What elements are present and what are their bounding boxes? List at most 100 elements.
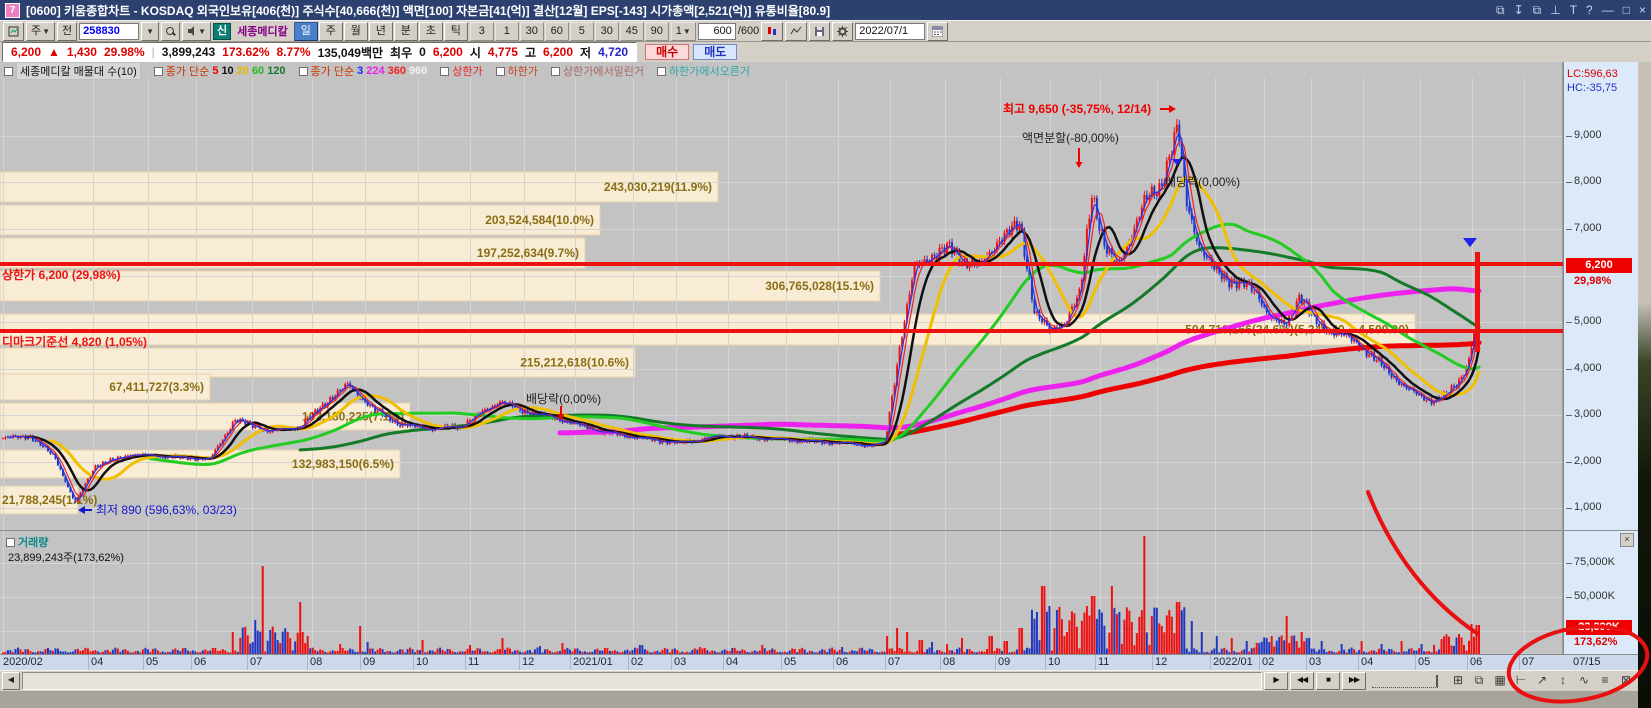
- period-button-분[interactable]: 분: [394, 22, 418, 41]
- save-button[interactable]: [809, 22, 830, 41]
- date-label: 12: [522, 656, 534, 668]
- date-label: 12: [1155, 656, 1167, 668]
- period-button-주[interactable]: 주: [319, 22, 343, 41]
- legend-ma-short[interactable]: 종가 단순5102060120: [154, 63, 286, 79]
- trend-up-icon[interactable]: ↗: [1532, 672, 1552, 689]
- settings-button[interactable]: [832, 22, 853, 41]
- volume-pane-close-icon[interactable]: ×: [1620, 533, 1634, 547]
- minute-preset-5[interactable]: 30: [595, 22, 619, 41]
- price-change: 1,430: [67, 45, 97, 59]
- replay-speed-slider[interactable]: [1372, 675, 1438, 688]
- new-window-icon[interactable]: ⧉: [1533, 3, 1542, 18]
- current-price-box: 6,200: [1566, 258, 1632, 273]
- legend-flag-0[interactable]: 상한가: [440, 63, 482, 79]
- chart-mode-icon[interactable]: [3, 22, 24, 41]
- wave-tool-icon[interactable]: ∿: [1574, 672, 1594, 689]
- close-icon[interactable]: ×: [1639, 3, 1646, 17]
- period-button-초[interactable]: 초: [419, 22, 443, 41]
- prev-stock-button[interactable]: 전: [57, 22, 77, 41]
- stock-code-input[interactable]: 258830: [79, 23, 139, 40]
- period-button-일[interactable]: 일: [294, 22, 318, 41]
- title-bar[interactable]: 7 [0600] 키움종합차트 - KOSDAQ 외국인보유[406(천)] 주…: [0, 0, 1651, 20]
- minute-preset-7[interactable]: 90: [645, 22, 669, 41]
- svg-text:배당락(0,00%): 배당락(0,00%): [1165, 175, 1240, 189]
- minute-preset-4[interactable]: 5: [570, 22, 594, 41]
- maximize-icon[interactable]: □: [1623, 3, 1630, 17]
- sell-button[interactable]: 매도: [693, 44, 737, 60]
- trend-updown-icon[interactable]: ↕: [1553, 672, 1573, 689]
- code-dropdown-button[interactable]: ▼: [141, 22, 159, 41]
- legend-flag-1[interactable]: 하한가: [496, 63, 538, 79]
- current-price-pct: 29,98%: [1574, 275, 1611, 287]
- period-button-월[interactable]: 월: [344, 22, 368, 41]
- calendar-button[interactable]: [927, 22, 948, 41]
- period-button-틱[interactable]: 틱: [444, 22, 468, 41]
- search-button[interactable]: [161, 22, 180, 41]
- replay-button-0[interactable]: ▶: [1264, 672, 1288, 690]
- svg-text:배당락(0,00%): 배당락(0,00%): [526, 392, 601, 406]
- chart-plot-area[interactable]: 243,030,219(11.9%)203,524,584(10.0%)197,…: [0, 62, 1563, 654]
- help-icon[interactable]: ?: [1586, 3, 1593, 17]
- minute-preset-0[interactable]: 3: [470, 22, 494, 41]
- window-bottom-edge: [0, 691, 1638, 708]
- calendar-icon: [932, 26, 943, 37]
- volume-legend[interactable]: 거래량: [6, 534, 48, 550]
- axis-tick-label: 50,000K: [1574, 590, 1615, 602]
- playback-controls: ▶◀◀■▶▶: [1264, 672, 1366, 690]
- price-axis-panel[interactable]: LC:596,63 HC:-35,75 6,200 29,98% × 23,89…: [1563, 62, 1638, 654]
- line-style-button[interactable]: [785, 22, 807, 41]
- replay-button-1[interactable]: ◀◀: [1290, 672, 1314, 690]
- date-label: 05: [146, 656, 158, 668]
- axis-tick-label: 3,000: [1574, 408, 1602, 420]
- horizontal-scrollbar[interactable]: [22, 672, 1262, 690]
- sound-button[interactable]: ▼: [182, 22, 211, 41]
- replay-button-2[interactable]: ■: [1316, 672, 1340, 690]
- replay-button-3[interactable]: ▶▶: [1342, 672, 1366, 690]
- candle-style-button[interactable]: [761, 22, 783, 41]
- interval-select[interactable]: 1▼: [671, 22, 696, 41]
- capture-icon[interactable]: ⊠: [1616, 672, 1636, 689]
- date-label: 11: [468, 656, 479, 668]
- stock-type-select[interactable]: 주▼: [26, 22, 55, 41]
- open-price: 4,775: [488, 45, 518, 59]
- axis-tick-label: 7,000: [1574, 222, 1602, 234]
- download-icon[interactable]: ↧: [1514, 3, 1524, 17]
- high-price: 6,200: [543, 45, 573, 59]
- date-label: 04: [1361, 656, 1373, 668]
- trendline-icon[interactable]: ⊢: [1511, 672, 1531, 689]
- legend-flag-3[interactable]: 하한가에서오른거: [657, 63, 750, 79]
- fib-tool-icon[interactable]: ≡: [1595, 672, 1615, 689]
- legend-ma-long[interactable]: 종가 단순3224360960: [299, 63, 428, 79]
- buy-button[interactable]: 매수: [645, 44, 689, 60]
- price-info-panel: 6,200 ▲ 1,430 29.98% | 3,899,243 173.62%…: [2, 42, 637, 62]
- window-controls: ⧉ ↧ ⧉ ⊥ T? ― □ ×: [1496, 3, 1646, 18]
- legend-volume-profile[interactable]: 세종메디칼 매물대 수(10): [4, 62, 141, 80]
- date-label: 02: [631, 656, 643, 668]
- region-select-icon[interactable]: ▦: [1490, 672, 1510, 689]
- date-input[interactable]: 2022/07/1: [855, 23, 925, 40]
- svg-text:액면분할(-80,00%): 액면분할(-80,00%): [1022, 131, 1119, 145]
- minute-preset-1[interactable]: 1: [495, 22, 519, 41]
- legend-flag-2[interactable]: 상한가에서밀린거: [551, 63, 644, 79]
- date-label: 06: [194, 656, 206, 668]
- pin-icon[interactable]: ⊥: [1550, 3, 1560, 17]
- minute-preset-3[interactable]: 60: [545, 22, 569, 41]
- minute-preset-6[interactable]: 45: [620, 22, 644, 41]
- svg-text:197,252,634(9.7%): 197,252,634(9.7%): [477, 246, 579, 260]
- date-label: 06: [836, 656, 848, 668]
- bar-count-input[interactable]: 600: [698, 23, 736, 40]
- period-button-년[interactable]: 년: [369, 22, 393, 41]
- svg-text:203,524,584(10.0%): 203,524,584(10.0%): [485, 213, 594, 227]
- scroll-left-button[interactable]: ◀: [2, 672, 20, 690]
- best-price: 6,200: [433, 45, 463, 59]
- volume-checkbox[interactable]: [6, 538, 15, 547]
- date-axis[interactable]: 2020/020405060708091011122021/0102030405…: [0, 654, 1638, 670]
- copy-window-icon[interactable]: ⧉: [1496, 3, 1505, 18]
- minute-preset-2[interactable]: 30: [520, 22, 544, 41]
- minimize-icon[interactable]: ―: [1602, 3, 1614, 17]
- duplicate-window-icon[interactable]: ⧉: [1469, 672, 1489, 689]
- font-icon[interactable]: T: [1570, 3, 1577, 17]
- axis-tick-label: 2,000: [1574, 455, 1602, 467]
- date-label: 2020/02: [3, 656, 43, 668]
- pan-window-icon[interactable]: ⊞: [1448, 672, 1468, 689]
